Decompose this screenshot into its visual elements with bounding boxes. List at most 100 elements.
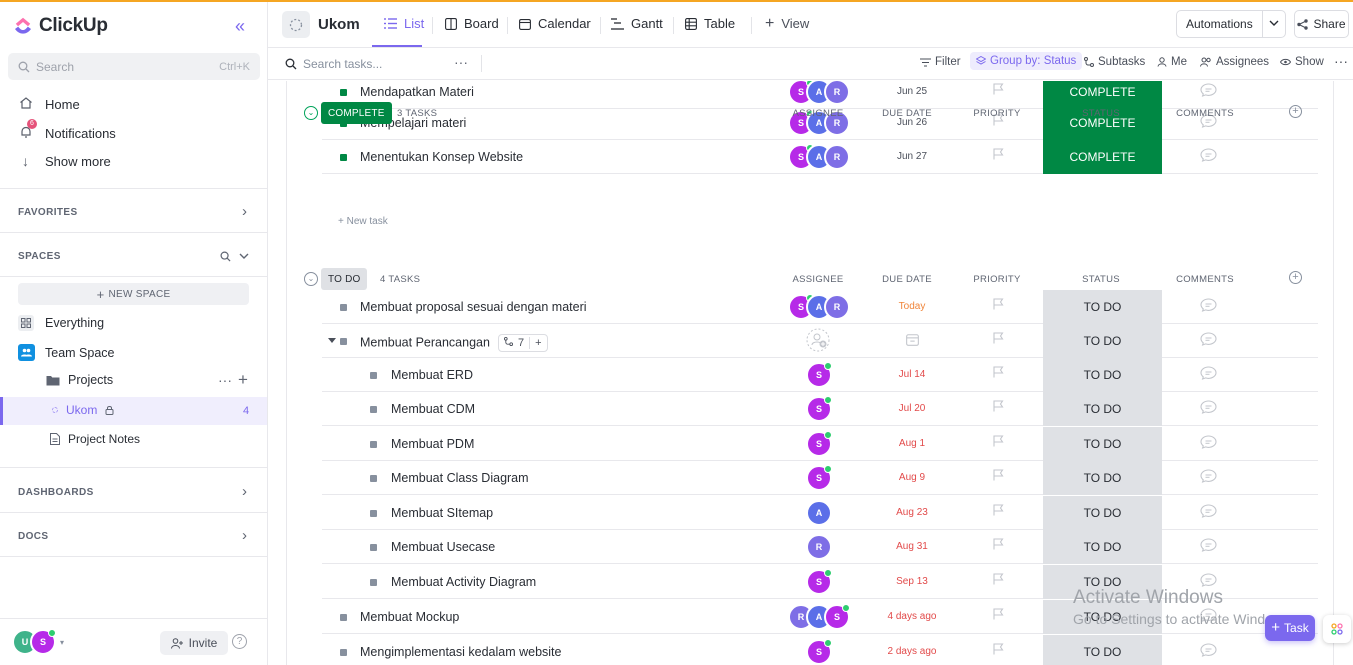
filter-button[interactable]: Filter [920, 56, 961, 68]
task-name[interactable]: Membuat Usecase [391, 540, 495, 554]
priority-flag-icon[interactable] [986, 469, 1010, 484]
task-row[interactable]: Membuat SItemap A Aug 23 TO DO [322, 496, 1318, 530]
task-row[interactable]: Mengimplementasi kedalam website S 2 days … [322, 635, 1318, 665]
add-view-button[interactable]: + View [765, 16, 809, 32]
assignees-button[interactable]: Assignees [1200, 56, 1269, 68]
task-search-input[interactable]: Search tasks... [285, 57, 382, 71]
comment-icon[interactable] [1200, 538, 1217, 555]
sidebar-item-team-space[interactable]: Team Space [18, 344, 114, 361]
status-cell[interactable]: TO DO [1043, 530, 1162, 564]
avatar[interactable]: S [806, 639, 832, 665]
new-space-button[interactable]: + NEW SPACE [18, 283, 249, 305]
task-name[interactable]: Membuat proposal sesuai dengan materi [360, 300, 587, 314]
status-dot-icon[interactable] [370, 406, 377, 413]
due-date[interactable]: Today [882, 301, 942, 312]
chevron-right-icon[interactable]: › [242, 203, 247, 220]
tab-list[interactable]: List [384, 16, 424, 31]
due-date[interactable]: Jul 14 [882, 369, 942, 380]
status-cell[interactable]: TO DO [1043, 392, 1162, 426]
priority-flag-icon[interactable] [986, 148, 1010, 163]
avatar[interactable]: R [824, 144, 850, 170]
automations-button[interactable]: Automations [1176, 10, 1286, 38]
avatar[interactable]: A [806, 500, 832, 526]
add-icon[interactable]: + [238, 370, 248, 390]
more-options-icon[interactable]: ··· [218, 372, 232, 388]
sidebar-item-home[interactable]: Home [18, 96, 80, 113]
assignee-cell[interactable]: S [806, 362, 832, 388]
status-cell[interactable]: TO DO [1043, 324, 1162, 358]
task-name[interactable]: Membuat SItemap [391, 506, 493, 520]
me-filter-button[interactable]: Me [1157, 56, 1187, 68]
priority-flag-icon[interactable] [986, 366, 1010, 381]
task-name[interactable]: Membuat Activity Diagram [391, 575, 536, 589]
sidebar-list-ukom[interactable]: Ukom [52, 403, 114, 417]
status-cell[interactable]: TO DO [1043, 496, 1162, 530]
task-name[interactable]: Mengimplementasi kedalam website [360, 645, 561, 659]
assignee-cell[interactable]: S [806, 431, 832, 457]
column-header-due-date[interactable]: DUE DATE [877, 108, 937, 119]
collapse-sidebar-icon[interactable]: « [235, 16, 245, 37]
assignee-cell[interactable]: RAS [788, 604, 850, 630]
task-name[interactable]: Membuat Mockup [360, 610, 459, 624]
column-header-assignee[interactable]: ASSIGNEE [788, 108, 848, 119]
status-badge[interactable]: TO DO [321, 268, 368, 290]
column-header-status[interactable]: STATUS [1071, 274, 1131, 285]
column-header-due-date[interactable]: DUE DATE [877, 274, 937, 285]
comment-icon[interactable] [1200, 332, 1217, 349]
avatar[interactable]: S [806, 396, 832, 422]
status-cell[interactable]: COMPLETE [1043, 140, 1162, 174]
due-date[interactable] [882, 333, 942, 349]
tab-board[interactable]: Board [445, 16, 499, 31]
assignee-cell[interactable]: S [806, 639, 832, 665]
tab-gantt[interactable]: Gantt [611, 16, 663, 31]
priority-flag-icon[interactable] [986, 298, 1010, 313]
new-task-button[interactable]: + New task [338, 216, 388, 227]
add-column-icon[interactable]: + [1289, 105, 1302, 118]
priority-flag-icon[interactable] [986, 400, 1010, 415]
due-date[interactable]: Aug 23 [882, 507, 942, 518]
sidebar-item-show-more[interactable]: ↓ Show more [18, 153, 111, 169]
due-date[interactable]: Aug 1 [882, 438, 942, 449]
status-dot-icon[interactable] [340, 649, 347, 656]
status-dot-icon[interactable] [340, 89, 347, 96]
priority-flag-icon[interactable] [986, 504, 1010, 519]
avatar[interactable]: S [806, 465, 832, 491]
share-button[interactable]: Share [1294, 10, 1349, 38]
status-cell[interactable]: TO DO [1043, 290, 1162, 324]
chevron-down-icon[interactable] [239, 253, 249, 260]
status-dot-icon[interactable] [370, 544, 377, 551]
task-name[interactable]: Menentukan Konsep Website [360, 150, 523, 164]
column-header-comments[interactable]: COMMENTS [1175, 108, 1235, 119]
due-date[interactable]: Sep 13 [882, 576, 942, 587]
status-dot-icon[interactable] [340, 614, 347, 621]
assignee-cell[interactable]: R [806, 534, 832, 560]
collapse-group-icon[interactable]: ⌄ [304, 106, 318, 120]
task-row[interactable]: Membuat PDM S Aug 1 TO DO [322, 427, 1318, 461]
chevron-down-icon[interactable] [1263, 18, 1285, 30]
sidebar-search-input[interactable]: Search Ctrl+K [8, 53, 260, 80]
priority-flag-icon[interactable] [986, 435, 1010, 450]
app-logo[interactable]: ClickUp [13, 15, 108, 37]
task-name[interactable]: Membuat ERD [391, 368, 473, 382]
status-dot-icon[interactable] [370, 372, 377, 379]
new-task-fab[interactable]: + Task [1265, 615, 1315, 641]
priority-flag-icon[interactable] [986, 573, 1010, 588]
assignee-cell[interactable]: A [806, 500, 832, 526]
add-subtask-button[interactable]: + [529, 337, 546, 349]
due-date[interactable]: 4 days ago [882, 611, 942, 622]
subtask-count-pill[interactable]: 7 + [497, 334, 548, 352]
add-column-icon[interactable]: + [1289, 271, 1302, 284]
due-date[interactable]: 2 days ago [882, 646, 942, 657]
task-row[interactable]: Membuat Perancangan 7 + TO DO [322, 324, 1318, 358]
collapse-group-icon[interactable]: ⌄ [304, 272, 318, 286]
status-dot-icon[interactable] [370, 579, 377, 586]
task-name[interactable]: Membuat PDM [391, 437, 474, 451]
sidebar-doc-project-notes[interactable]: Project Notes [50, 432, 140, 446]
dashboards-title[interactable]: DASHBOARDS [18, 487, 94, 498]
add-assignee-icon[interactable] [806, 328, 830, 352]
help-icon[interactable]: ? [232, 634, 247, 649]
comment-icon[interactable] [1200, 435, 1217, 452]
chevron-right-icon[interactable]: › [242, 483, 247, 500]
tab-table[interactable]: Table [685, 16, 735, 31]
assignee-cell[interactable] [806, 328, 830, 352]
